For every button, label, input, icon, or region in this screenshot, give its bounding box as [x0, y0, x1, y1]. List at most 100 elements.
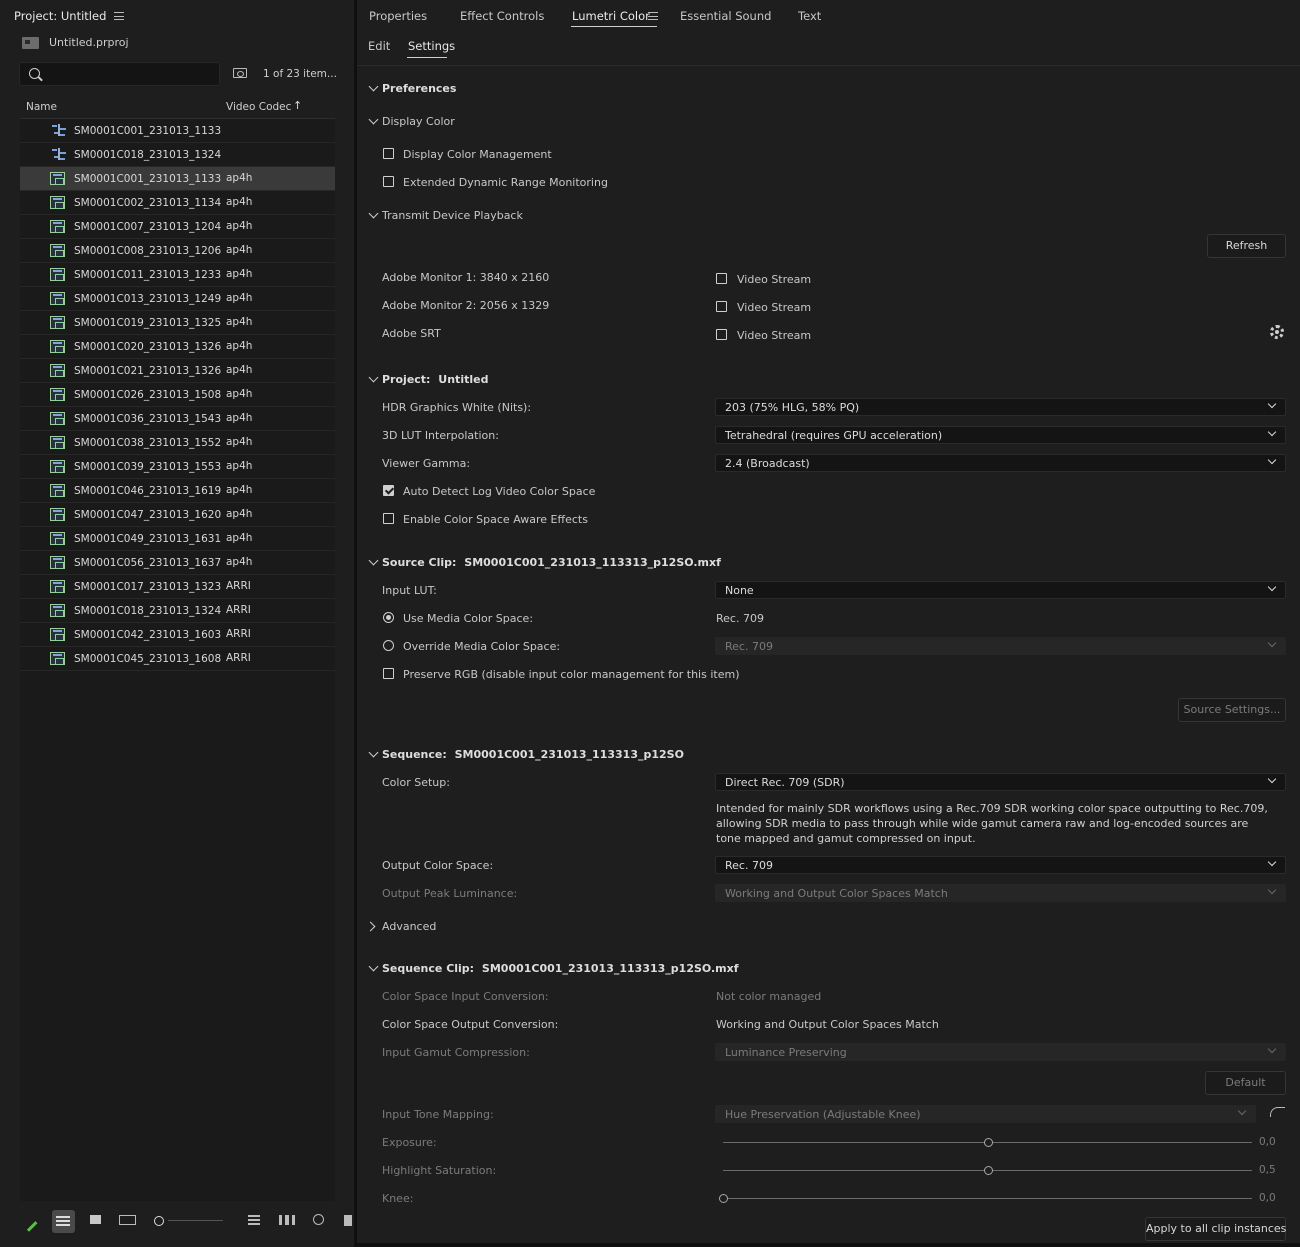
video-stream-checkbox[interactable]	[716, 301, 727, 312]
column-header-video-codec[interactable]: Video Codec	[226, 101, 291, 113]
exposure-value[interactable]: 0,0	[1259, 1136, 1276, 1148]
find-icon[interactable]	[313, 1214, 324, 1225]
hdr-white-dropdown[interactable]: 203 (75% HLG, 58% PQ)	[715, 398, 1286, 416]
chevron-down-icon[interactable]	[368, 81, 379, 92]
gear-icon[interactable]	[1270, 325, 1284, 339]
list-item[interactable]: SM0001C001_231013_1133 ap4h	[20, 167, 335, 191]
auto-detect-log-checkbox[interactable]	[383, 485, 394, 496]
lut-interp-dropdown[interactable]: Tetrahedral (requires GPU acceleration)	[715, 426, 1286, 444]
edr-monitoring-checkbox[interactable]	[383, 176, 394, 187]
list-item[interactable]: SM0001C018_231013_1324 ARRI	[20, 599, 335, 623]
section-sequence[interactable]: Sequence: SM0001C001_231013_113313_p12SO	[382, 748, 684, 761]
chevron-down-icon[interactable]	[368, 555, 379, 566]
project-panel-tab[interactable]: Project: Untitled	[14, 9, 125, 23]
chevron-down-icon[interactable]	[368, 208, 379, 219]
output-peak-luminance-dropdown[interactable]: Working and Output Color Spaces Match	[715, 884, 1286, 902]
source-settings-button[interactable]: Source Settings...	[1178, 698, 1286, 722]
preserve-rgb-checkbox[interactable]	[383, 668, 394, 679]
input-lut-dropdown[interactable]: None	[715, 581, 1286, 599]
exposure-handle[interactable]	[983, 1138, 993, 1147]
chevron-down-icon[interactable]	[368, 114, 379, 125]
list-item[interactable]: SM0001C008_231013_1206 ap4h	[20, 239, 335, 263]
display-color-management-checkbox[interactable]	[383, 148, 394, 159]
list-item[interactable]: SM0001C039_231013_1553 ap4h	[20, 455, 335, 479]
list-item[interactable]: SM0001C021_231013_1326 ap4h	[20, 359, 335, 383]
section-source-clip[interactable]: Source Clip: SM0001C001_231013_113313_p1…	[382, 556, 721, 569]
apply-all-clip-instances-button[interactable]: Apply to all clip instances	[1145, 1217, 1286, 1241]
subtab-edit[interactable]: Edit	[368, 39, 390, 53]
list-item[interactable]: SM0001C007_231013_1204 ap4h	[20, 215, 335, 239]
color-space-aware-checkbox[interactable]	[383, 513, 394, 524]
section-project[interactable]: Project: Untitled	[382, 373, 488, 386]
sort-ascending-icon[interactable]: ↑	[293, 99, 302, 112]
chevron-down-icon[interactable]	[368, 747, 379, 758]
tab-properties[interactable]: Properties	[369, 9, 427, 23]
color-setup-dropdown[interactable]: Direct Rec. 709 (SDR)	[715, 773, 1286, 791]
section-preferences[interactable]: Preferences	[382, 82, 456, 95]
list-item[interactable]: SM0001C019_231013_1325 ap4h	[20, 311, 335, 335]
zoom-slider-track[interactable]	[168, 1220, 223, 1221]
list-view-icon[interactable]	[52, 1210, 75, 1233]
tab-essential-sound[interactable]: Essential Sound	[680, 9, 771, 23]
list-item[interactable]: SM0001C002_231013_1134 ap4h	[20, 191, 335, 215]
knee-track[interactable]	[723, 1198, 1252, 1199]
new-search-bin-icon[interactable]	[233, 68, 247, 78]
override-media-radio[interactable]	[383, 640, 394, 651]
highlight-saturation-value[interactable]: 0,5	[1259, 1164, 1276, 1176]
color-setup-label: Color Setup:	[382, 776, 450, 789]
lumetri-menu-icon[interactable]	[648, 12, 658, 20]
knee-value[interactable]: 0,0	[1259, 1192, 1276, 1204]
list-item[interactable]: SM0001C045_231013_1608 ARRI	[20, 647, 335, 671]
list-item[interactable]: SM0001C049_231013_1631 ap4h	[20, 527, 335, 551]
tab-text[interactable]: Text	[798, 9, 821, 23]
override-media-dropdown[interactable]: Rec. 709	[715, 637, 1286, 655]
section-sequence-clip[interactable]: Sequence Clip: SM0001C001_231013_113313_…	[382, 962, 739, 975]
chevron-down-icon[interactable]	[368, 961, 379, 972]
list-item[interactable]: SM0001C020_231013_1326 ap4h	[20, 335, 335, 359]
list-item[interactable]: SM0001C001_231013_1133	[20, 119, 335, 143]
video-stream-checkbox[interactable]	[716, 329, 727, 340]
subtab-settings[interactable]: Settings	[408, 39, 455, 53]
use-media-radio[interactable]	[383, 612, 394, 623]
knee-handle[interactable]	[719, 1194, 728, 1203]
panel-menu-icon[interactable]	[114, 12, 125, 20]
chevron-right-icon[interactable]	[365, 921, 376, 932]
list-item[interactable]: SM0001C018_231013_1324	[20, 143, 335, 167]
list-item[interactable]: SM0001C036_231013_1543 ap4h	[20, 407, 335, 431]
automate-to-sequence-icon[interactable]	[279, 1215, 295, 1225]
section-transmit-device-playback[interactable]: Transmit Device Playback	[382, 209, 523, 222]
chevron-down-icon[interactable]	[368, 372, 379, 383]
list-item[interactable]: SM0001C047_231013_1620 ap4h	[20, 503, 335, 527]
new-bin-icon[interactable]	[344, 1215, 352, 1226]
search-input[interactable]	[48, 66, 213, 82]
reset-icon[interactable]	[1270, 1107, 1285, 1117]
viewer-gamma-dropdown[interactable]: 2.4 (Broadcast)	[715, 454, 1286, 472]
list-item[interactable]: SM0001C038_231013_1552 ap4h	[20, 431, 335, 455]
item-name: SM0001C046_231013_1619	[74, 485, 222, 497]
icon-view-icon[interactable]	[90, 1215, 101, 1224]
video-stream-checkbox[interactable]	[716, 273, 727, 284]
tab-effect-controls[interactable]: Effect Controls	[460, 9, 544, 23]
gamut-compression-dropdown[interactable]: Luminance Preserving	[715, 1043, 1286, 1061]
list-item[interactable]: SM0001C042_231013_1603 ARRI	[20, 623, 335, 647]
list-item[interactable]: SM0001C056_231013_1637 ap4h	[20, 551, 335, 575]
default-button[interactable]: Default	[1205, 1071, 1286, 1095]
freeform-view-icon[interactable]	[119, 1215, 136, 1225]
list-item[interactable]: SM0001C013_231013_1249 ap4h	[20, 287, 335, 311]
sort-icons-icon[interactable]	[248, 1215, 260, 1217]
tone-mapping-dropdown[interactable]: Hue Preservation (Adjustable Knee)	[715, 1105, 1256, 1123]
column-header-name[interactable]: Name	[26, 101, 57, 113]
list-item[interactable]: SM0001C026_231013_1508 ap4h	[20, 383, 335, 407]
refresh-button[interactable]: Refresh	[1207, 234, 1286, 258]
search-box[interactable]	[19, 62, 220, 86]
zoom-slider-handle[interactable]	[154, 1216, 164, 1226]
list-item[interactable]: SM0001C046_231013_1619 ap4h	[20, 479, 335, 503]
pencil-icon[interactable]	[26, 1221, 38, 1232]
list-item[interactable]: SM0001C017_231013_1323 ARRI	[20, 575, 335, 599]
output-color-space-dropdown[interactable]: Rec. 709	[715, 856, 1286, 874]
tab-lumetri-color[interactable]: Lumetri Color	[572, 9, 650, 23]
list-item[interactable]: SM0001C011_231013_1233 ap4h	[20, 263, 335, 287]
section-advanced[interactable]: Advanced	[382, 920, 436, 933]
highlight-saturation-handle[interactable]	[983, 1166, 993, 1175]
section-display-color[interactable]: Display Color	[382, 115, 455, 128]
